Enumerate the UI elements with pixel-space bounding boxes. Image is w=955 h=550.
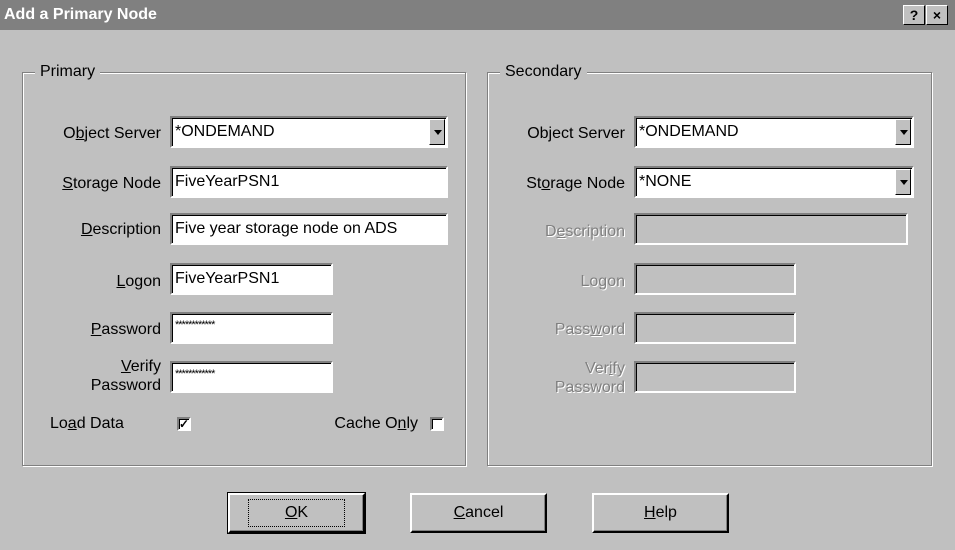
secondary-password-label: Password xyxy=(554,321,625,338)
load-data-checkbox[interactable]: ✓ xyxy=(177,417,191,431)
secondary-legend: Secondary xyxy=(500,63,587,81)
help-button[interactable]: Help xyxy=(592,493,729,533)
primary-logon-label: Logon xyxy=(116,273,162,290)
primary-verify-password-input[interactable]: ************ xyxy=(170,361,333,393)
chevron-down-icon[interactable] xyxy=(895,169,911,195)
window-title: Add a Primary Node xyxy=(4,6,157,23)
primary-storage-node-input[interactable]: FiveYearPSN1 xyxy=(170,166,448,198)
primary-description-label: Description xyxy=(80,221,161,238)
secondary-password-input xyxy=(634,312,796,344)
secondary-logon-label: Logon xyxy=(580,273,626,290)
secondary-verify-password-input xyxy=(634,361,796,393)
secondary-description-label: Description xyxy=(544,223,625,240)
secondary-logon-input xyxy=(634,263,796,295)
chevron-down-icon[interactable] xyxy=(895,119,911,145)
primary-verify-password-label: Verify Password xyxy=(90,358,161,394)
primary-legend: Primary xyxy=(35,63,101,81)
help-icon[interactable]: ? xyxy=(903,5,925,25)
cache-only-label: Cache Only xyxy=(334,415,418,432)
secondary-object-server-label: Object Server xyxy=(527,125,625,142)
primary-storage-node-label: Storage Node xyxy=(62,175,161,192)
primary-password-input[interactable]: ************ xyxy=(170,312,333,344)
secondary-storage-node-select[interactable]: *NONE xyxy=(634,166,914,198)
title-bar: Add a Primary Node ? × xyxy=(0,0,955,30)
secondary-object-server-select[interactable]: *ONDEMAND xyxy=(634,116,914,148)
secondary-verify-password-label: Verify Password xyxy=(554,360,625,396)
ok-button[interactable]: OK xyxy=(227,492,366,534)
primary-object-server-select[interactable]: *ONDEMAND xyxy=(170,116,448,148)
primary-object-server-label: Object Server xyxy=(63,125,161,142)
cancel-button[interactable]: Cancel xyxy=(410,493,547,533)
chevron-down-icon[interactable] xyxy=(429,119,445,145)
primary-password-label: Password xyxy=(90,321,161,338)
secondary-storage-node-label: Storage Node xyxy=(526,175,625,192)
primary-logon-input[interactable]: FiveYearPSN1 xyxy=(170,263,333,295)
secondary-description-input xyxy=(634,213,908,245)
load-data-label: Load Data xyxy=(50,415,124,432)
primary-description-input[interactable]: Five year storage node on ADS xyxy=(170,213,448,245)
close-icon[interactable]: × xyxy=(926,5,948,25)
cache-only-checkbox[interactable] xyxy=(430,417,444,431)
